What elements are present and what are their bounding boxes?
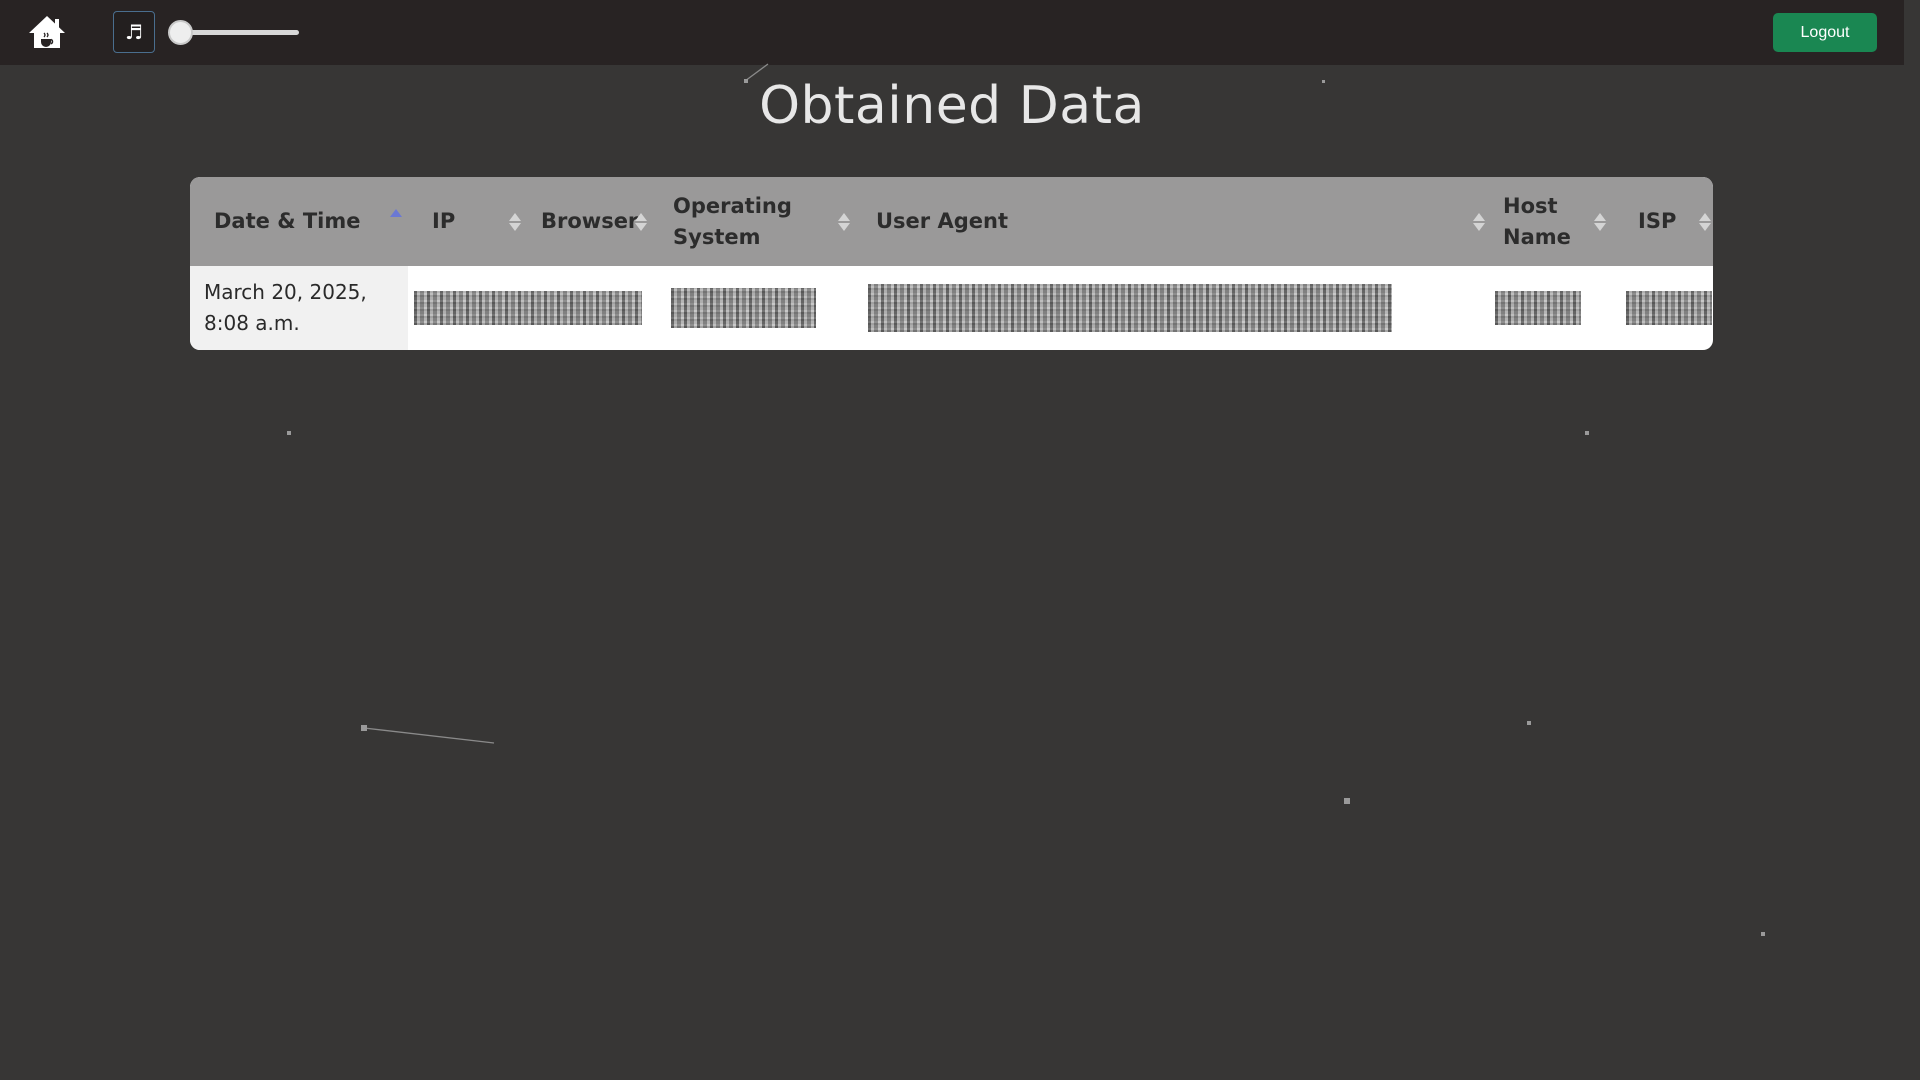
particle-dot	[287, 431, 291, 435]
column-header-user-agent[interactable]: User Agent	[856, 177, 1491, 266]
data-table: Date & Time IP Browser Operating System …	[190, 177, 1713, 350]
redacted-block	[671, 288, 816, 328]
particle-dot	[1585, 431, 1589, 435]
redacted-block	[1495, 291, 1581, 325]
cell-host-name-redacted	[1491, 266, 1612, 350]
scrollbar[interactable]	[1904, 0, 1920, 1080]
table-row: March 20, 2025, 8:08 a.m.	[190, 266, 1713, 350]
cell-operating-system-redacted	[653, 266, 856, 350]
column-header-ip[interactable]: IP	[408, 177, 527, 266]
cell-ip-browser-redacted	[408, 266, 653, 350]
redacted-block	[414, 291, 642, 325]
column-header-operating-system[interactable]: Operating System	[653, 177, 856, 266]
sort-icon	[838, 212, 850, 231]
sort-icon	[509, 212, 521, 231]
volume-slider-track[interactable]	[180, 30, 299, 35]
sort-ascending-icon	[390, 208, 402, 217]
music-toggle-button[interactable]: ♬	[113, 11, 155, 53]
redacted-block	[1626, 291, 1712, 325]
cell-user-agent-redacted	[856, 266, 1491, 350]
sort-icon	[1594, 212, 1606, 231]
home-icon[interactable]	[28, 14, 66, 50]
logout-button[interactable]: Logout	[1773, 13, 1877, 52]
table-header-row: Date & Time IP Browser Operating System …	[190, 177, 1713, 266]
background-particles	[363, 63, 769, 744]
particle-dot	[1761, 932, 1765, 936]
music-note-icon: ♬	[125, 20, 143, 44]
particle-dot	[1527, 721, 1531, 725]
top-navbar: ♬ Logout	[0, 0, 1904, 65]
sort-icon	[1699, 212, 1711, 231]
column-header-browser[interactable]: Browser	[527, 177, 653, 266]
sort-icon	[635, 212, 647, 231]
cell-date-time: March 20, 2025, 8:08 a.m.	[190, 266, 408, 350]
sort-icon	[1473, 212, 1485, 231]
redacted-block	[868, 284, 1392, 332]
particle-dot	[1344, 798, 1350, 804]
column-header-isp[interactable]: ISP	[1612, 177, 1713, 266]
volume-slider-thumb[interactable]	[168, 20, 193, 45]
column-header-date-time[interactable]: Date & Time	[190, 177, 408, 266]
column-header-host-name[interactable]: Host Name	[1491, 177, 1612, 266]
cell-isp-redacted	[1612, 266, 1713, 350]
particle-dot	[361, 725, 367, 731]
page-title: Obtained Data	[759, 76, 1145, 136]
